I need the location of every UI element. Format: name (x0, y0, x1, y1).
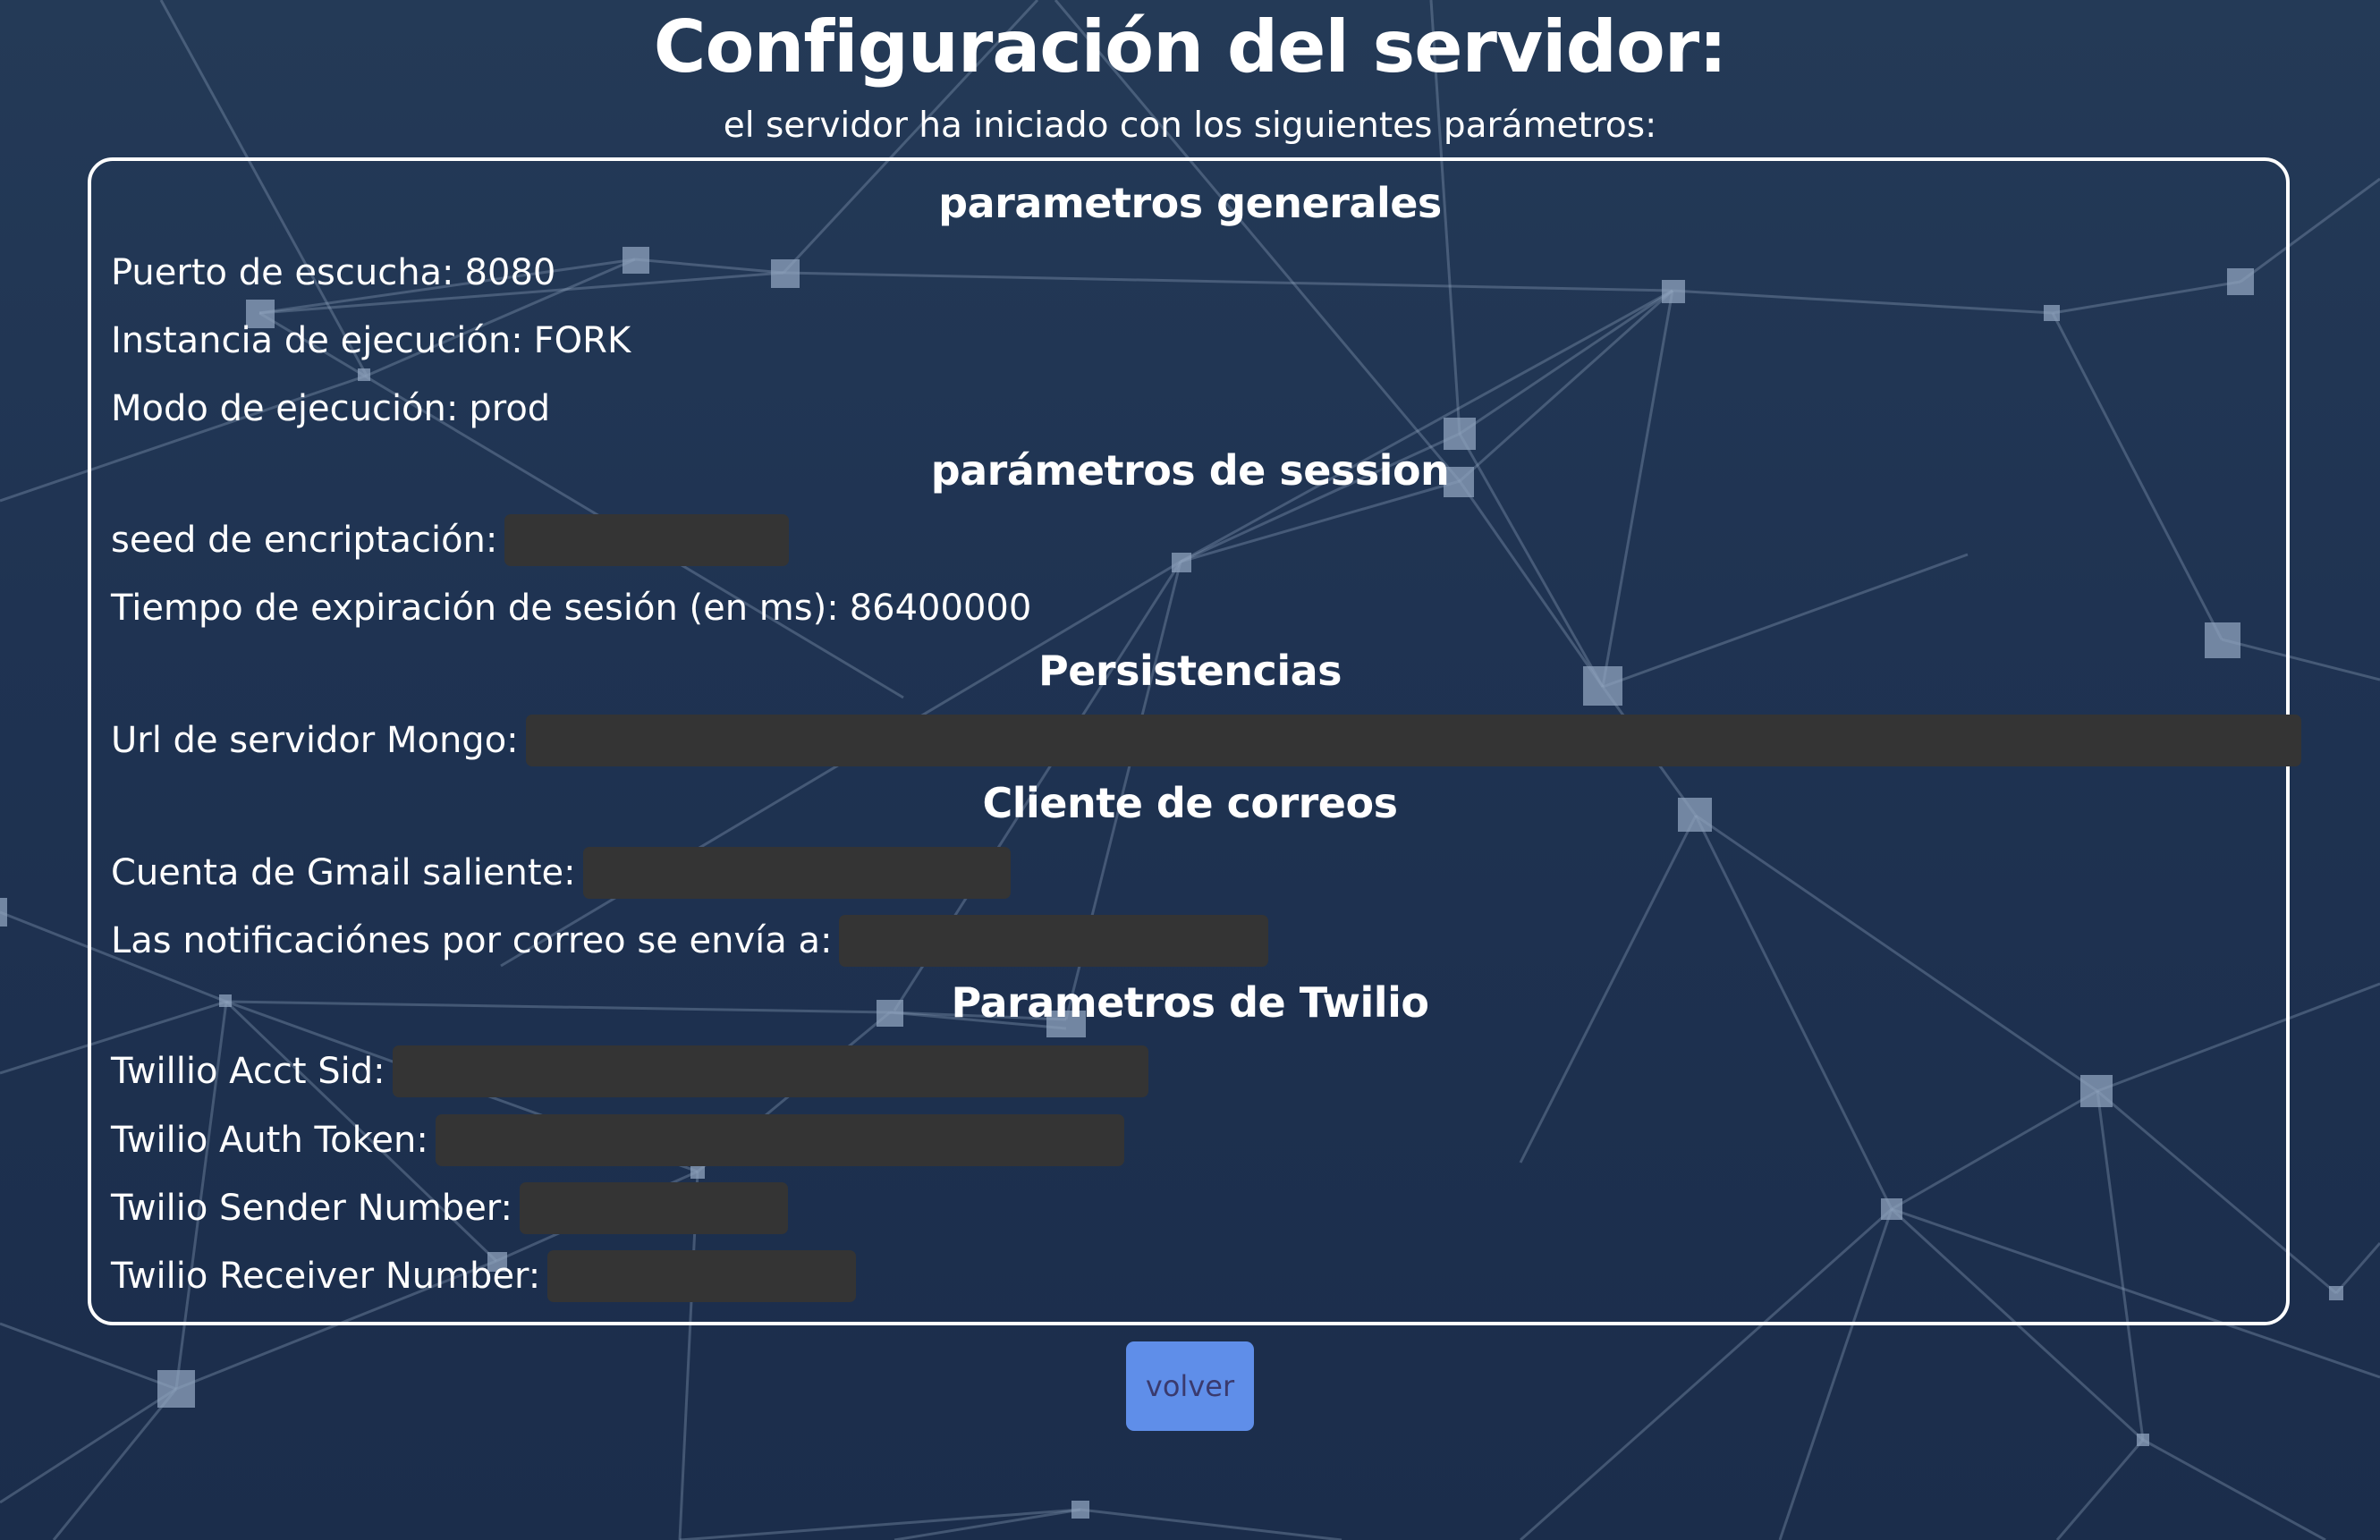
page-subtitle: el servidor ha iniciado con los siguient… (723, 106, 1657, 146)
section-heading-mail: Cliente de correos (982, 779, 1398, 827)
redacted-twilio-sender-number (520, 1182, 789, 1234)
row-mail-notifications: Las notificaciónes por correo se envía a… (111, 914, 1269, 968)
redacted-mongo-url (525, 715, 2301, 766)
redacted-twilio-acct-sid (392, 1045, 1148, 1097)
twilio-acct-sid-label: Twillio Acct Sid: (111, 1051, 385, 1092)
section-heading-persistence: Persistencias (1038, 647, 1342, 695)
row-listen-port: Puerto de escucha: 8080 (111, 246, 555, 300)
redacted-twilio-auth-token (435, 1114, 1124, 1166)
redacted-twilio-receiver-number (547, 1250, 857, 1302)
listen-port-value: 8080 (464, 252, 556, 293)
section-heading-session: parámetros de session (930, 446, 1450, 495)
server-config-page: Configuración del servidor: el servidor … (0, 0, 2380, 1540)
row-session-expiration: Tiempo de expiración de sesión (en ms): … (111, 581, 1031, 635)
row-twilio-sender-number: Twilio Sender Number: (111, 1181, 789, 1235)
row-gmail-account: Cuenta de Gmail saliente: (111, 846, 1011, 900)
section-heading-twilio: Parametros de Twilio (951, 978, 1429, 1027)
row-mongo-url: Url de servidor Mongo: (111, 714, 2301, 767)
section-heading-general: parametros generales (938, 179, 1442, 227)
row-execution-instance: Instancia de ejecución: FORK (111, 314, 631, 368)
session-expiration-label: Tiempo de expiración de sesión (en ms): (111, 588, 839, 629)
listen-port-label: Puerto de escucha: (111, 252, 454, 293)
page-title: Configuración del servidor: (653, 5, 1727, 89)
mail-notifications-label: Las notificaciónes por correo se envía a… (111, 920, 833, 961)
encryption-seed-label: seed de encriptación: (111, 520, 498, 561)
execution-mode-value: prod (469, 388, 551, 429)
execution-instance-value: FORK (533, 320, 631, 361)
twilio-auth-token-label: Twilio Auth Token: (111, 1120, 428, 1161)
twilio-receiver-number-label: Twilio Receiver Number: (111, 1256, 541, 1297)
execution-mode-label: Modo de ejecución: (111, 388, 459, 429)
execution-instance-label: Instancia de ejecución: (111, 320, 523, 361)
redacted-encryption-seed (504, 514, 790, 566)
gmail-account-label: Cuenta de Gmail saliente: (111, 852, 576, 893)
twilio-sender-number-label: Twilio Sender Number: (111, 1188, 513, 1229)
row-encryption-seed: seed de encriptación: (111, 513, 790, 567)
session-expiration-value: 86400000 (849, 588, 1032, 629)
redacted-gmail-account (582, 847, 1011, 899)
row-twilio-acct-sid: Twillio Acct Sid: (111, 1045, 1148, 1098)
row-twilio-auth-token: Twilio Auth Token: (111, 1113, 1124, 1167)
row-twilio-receiver-number: Twilio Receiver Number: (111, 1249, 857, 1303)
redacted-mail-notifications (839, 915, 1269, 967)
back-button[interactable]: volver (1126, 1341, 1254, 1431)
row-execution-mode: Modo de ejecución: prod (111, 382, 550, 436)
mongo-url-label: Url de servidor Mongo: (111, 720, 519, 761)
